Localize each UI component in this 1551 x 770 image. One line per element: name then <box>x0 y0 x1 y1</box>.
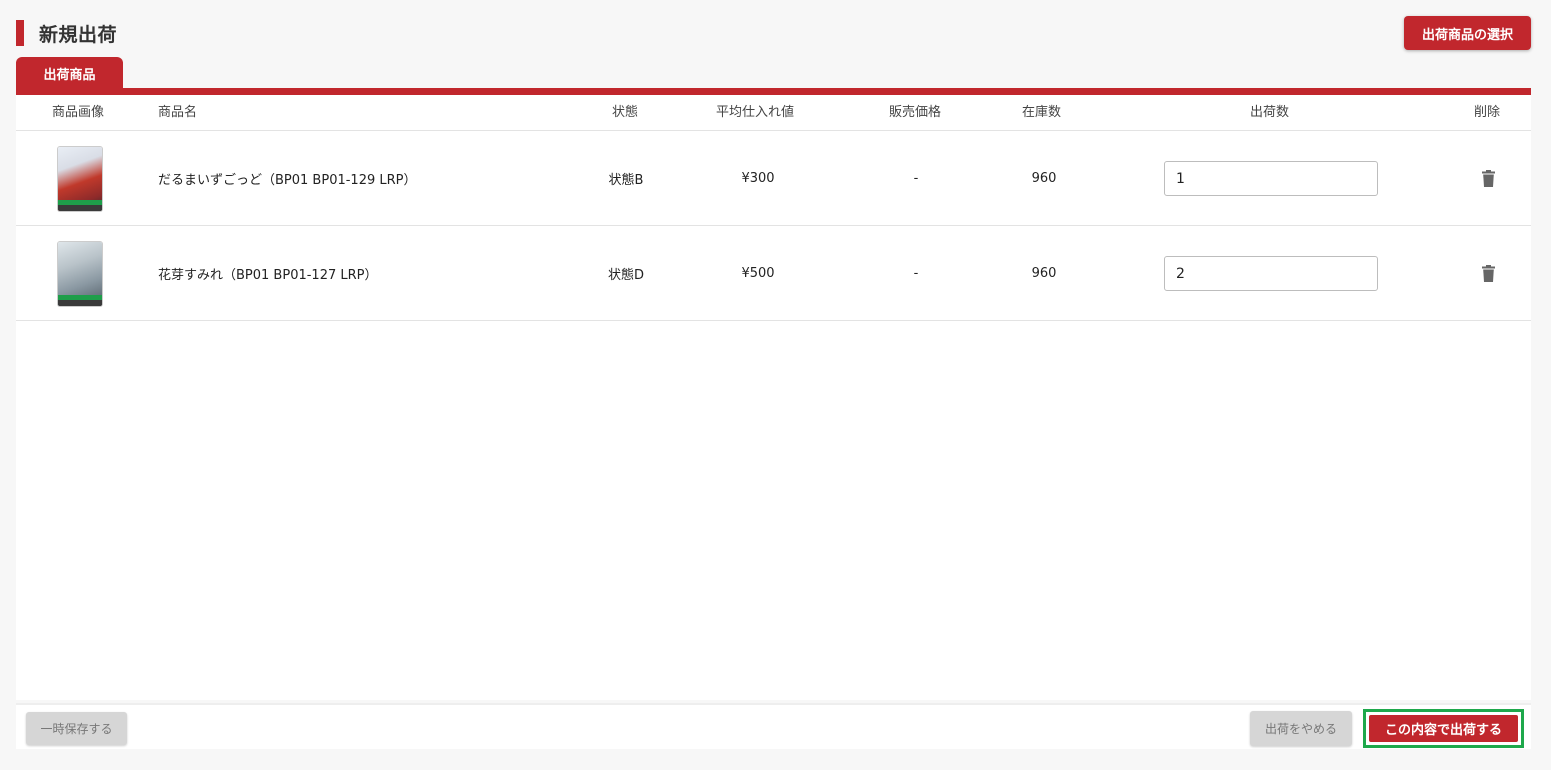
tab-shipping-products[interactable]: 出荷商品 <box>16 57 123 89</box>
product-image-cell <box>58 131 102 226</box>
trash-icon[interactable] <box>1481 265 1495 282</box>
tab-underline <box>16 88 1531 95</box>
page: 新規出荷 出荷商品の選択 出荷商品 商品画像 商品名 状態 平均仕入れ値 販売価… <box>0 0 1551 770</box>
product-thumbnail <box>58 146 102 211</box>
column-header-price: 販売価格 <box>889 105 942 120</box>
product-price: - <box>913 266 919 281</box>
confirm-shipment-button[interactable]: この内容で出荷する <box>1369 715 1518 742</box>
column-header-image: 商品画像 <box>52 105 105 120</box>
product-price: - <box>913 171 919 186</box>
quantity-cell <box>1164 226 1380 321</box>
trash-icon[interactable] <box>1481 170 1495 187</box>
column-header-quantity: 出荷数 <box>1250 105 1290 120</box>
quantity-input[interactable] <box>1164 256 1378 291</box>
table-row: 花芽すみれ（BP01 BP01-127 LRP） 状態D ¥500 - 960 <box>16 226 1531 321</box>
quantity-cell <box>1164 131 1380 226</box>
product-condition: 状態B <box>608 173 644 188</box>
save-draft-button[interactable]: 一時保存する <box>26 712 127 745</box>
delete-cell <box>1476 131 1500 226</box>
delete-cell <box>1476 226 1500 321</box>
quantity-input[interactable] <box>1164 161 1378 196</box>
table-row: だるまいずごっど（BP01 BP01-129 LRP） 状態B ¥300 - 9… <box>16 131 1531 226</box>
products-table: 商品画像 商品名 状態 平均仕入れ値 販売価格 在庫数 出荷数 削除 だるまいず… <box>16 95 1531 700</box>
product-image-cell <box>58 226 102 321</box>
product-avg-cost: ¥500 <box>741 266 775 281</box>
product-condition: 状態D <box>607 268 644 283</box>
cancel-shipment-button[interactable]: 出荷をやめる <box>1250 711 1352 746</box>
page-header: 新規出荷 <box>16 20 117 46</box>
column-header-name: 商品名 <box>158 105 198 120</box>
action-footer: 一時保存する 出荷をやめる この内容で出荷する <box>16 703 1531 749</box>
column-header-condition: 状態 <box>612 105 639 120</box>
product-stock: 960 <box>1031 266 1057 281</box>
product-name: だるまいずごっど（BP01 BP01-129 LRP） <box>158 173 417 188</box>
page-title: 新規出荷 <box>39 23 118 46</box>
select-products-button[interactable]: 出荷商品の選択 <box>1404 16 1531 50</box>
table-header: 商品画像 商品名 状態 平均仕入れ値 販売価格 在庫数 出荷数 削除 <box>16 95 1531 131</box>
title-accent-bar <box>16 20 24 46</box>
product-thumbnail <box>58 241 102 306</box>
product-avg-cost: ¥300 <box>741 171 775 186</box>
column-header-avg-cost: 平均仕入れ値 <box>716 105 795 120</box>
submit-highlight: この内容で出荷する <box>1363 709 1524 748</box>
column-header-stock: 在庫数 <box>1022 105 1062 120</box>
product-name: 花芽すみれ（BP01 BP01-127 LRP） <box>158 268 378 283</box>
column-header-delete: 削除 <box>1474 105 1501 120</box>
product-stock: 960 <box>1031 171 1057 186</box>
